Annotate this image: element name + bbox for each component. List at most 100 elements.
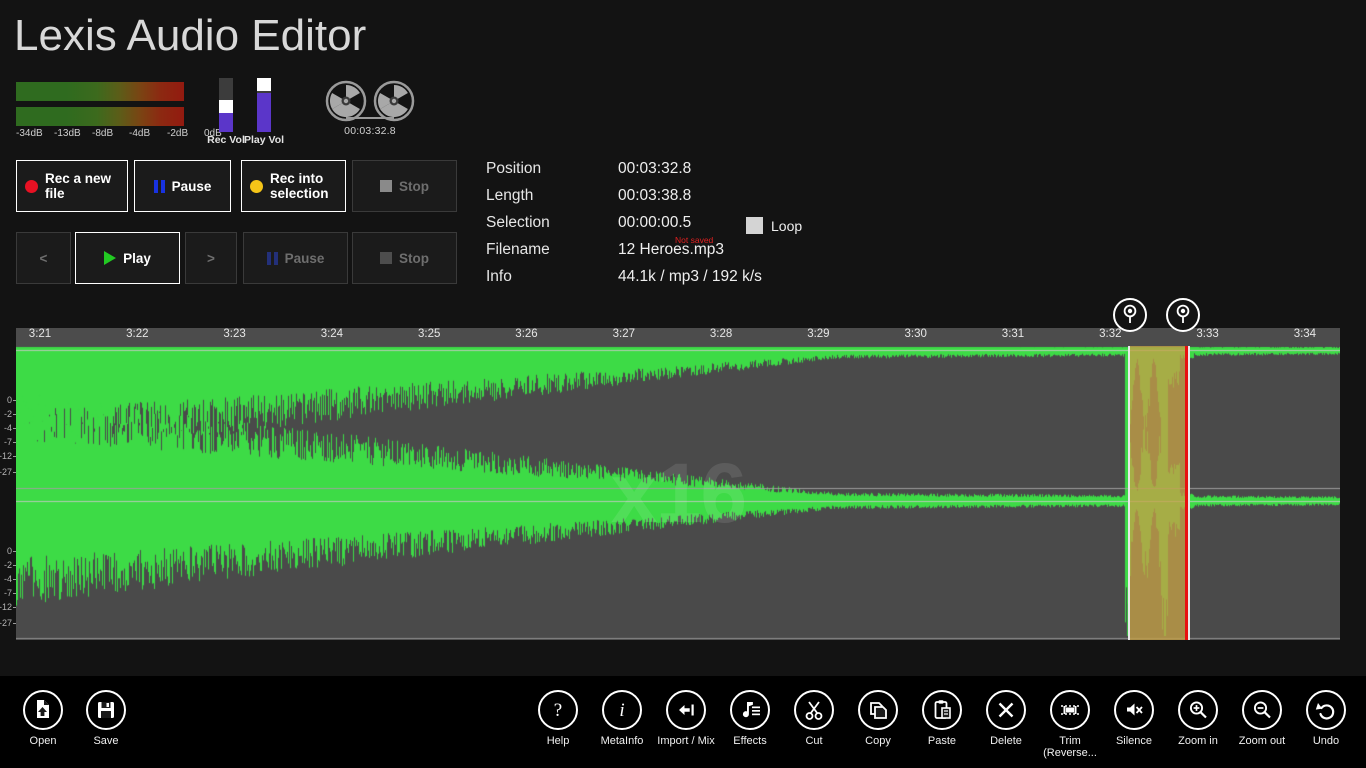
info-key: Position — [486, 160, 541, 178]
db-label: -2 — [4, 409, 12, 419]
ruler-label: 3:22 — [126, 328, 148, 340]
db-label: -27 — [0, 467, 12, 477]
pause-play-button[interactable]: Pause — [243, 232, 348, 284]
page-title: Lexis Audio Editor — [14, 8, 366, 64]
effects-button[interactable]: Effects — [713, 690, 787, 747]
loop-checkbox[interactable]: Loop — [746, 217, 802, 234]
info-value: 00:00:00.5 — [618, 214, 691, 232]
record-dot-icon — [250, 180, 263, 193]
paste-button-label: Paste — [928, 735, 956, 747]
info-key: Filename — [486, 241, 550, 259]
zoom-out-button-label: Zoom out — [1239, 735, 1285, 747]
zoom-out-button[interactable]: Zoom out — [1225, 690, 1299, 747]
help-button[interactable]: ? Help — [521, 690, 595, 747]
waveform-canvas[interactable]: x16 — [16, 346, 1340, 640]
x-cross-icon — [986, 690, 1026, 730]
time-ruler[interactable]: 3:213:223:233:243:253:263:273:283:293:30… — [16, 328, 1340, 346]
copy-button[interactable]: Copy — [841, 690, 915, 747]
ruler-label: 3:29 — [807, 328, 829, 340]
undo-button-label: Undo — [1313, 735, 1339, 747]
ruler-label: 3:28 — [710, 328, 732, 340]
open-button-label: Open — [30, 735, 57, 747]
play-button[interactable]: Play — [75, 232, 180, 284]
pause-record-button[interactable]: Pause — [134, 160, 231, 212]
rec-into-selection-button[interactable]: Rec into selection — [241, 160, 346, 212]
info-key: Selection — [486, 214, 550, 232]
rec-vol-thumb[interactable] — [219, 100, 233, 113]
meter-label-4: -2dB — [167, 128, 188, 139]
rec-vol-track[interactable] — [219, 78, 233, 132]
delete-button[interactable]: Delete — [969, 690, 1043, 747]
help-button-label: Help — [547, 735, 570, 747]
ruler-label: 3:33 — [1196, 328, 1218, 340]
meter-label-1: -13dB — [54, 128, 81, 139]
rec-vol-slider[interactable]: Rec Vol — [219, 78, 233, 132]
svg-text:?: ? — [554, 700, 562, 721]
waveform-editor[interactable]: 3:213:223:233:243:253:263:273:283:293:30… — [0, 296, 1366, 668]
play-vol-track[interactable] — [257, 78, 271, 132]
silence-button[interactable]: Silence — [1097, 690, 1171, 747]
prev-button[interactable]: < — [16, 232, 71, 284]
db-label: -2 — [4, 560, 12, 570]
metainfo-button-label: MetaInfo — [601, 735, 644, 747]
play-icon — [104, 251, 116, 265]
play-vol-fill — [257, 93, 271, 132]
level-meters — [16, 82, 184, 126]
save-button-label: Save — [93, 735, 118, 747]
question-mark-icon: ? — [538, 690, 578, 730]
info-key: Length — [486, 187, 533, 205]
selection-start-marker[interactable] — [1113, 298, 1147, 332]
undo-button[interactable]: Undo — [1289, 690, 1363, 747]
next-button[interactable]: > — [185, 232, 237, 284]
db-label: 0 — [7, 395, 12, 405]
play-vol-thumb[interactable] — [257, 78, 271, 91]
effects-button-label: Effects — [733, 735, 766, 747]
ruler-label: 3:24 — [321, 328, 343, 340]
silence-button-label: Silence — [1116, 735, 1152, 747]
info-value: 00:03:32.8 — [618, 160, 691, 178]
stop-play-button[interactable]: Stop — [352, 232, 457, 284]
playhead[interactable] — [1185, 346, 1188, 640]
copy-pages-icon — [858, 690, 898, 730]
stop-record-button[interactable]: Stop — [352, 160, 457, 212]
trim-icon — [1050, 690, 1090, 730]
magnifier-minus-icon — [1242, 690, 1282, 730]
import-mix-button[interactable]: Import / Mix — [649, 690, 723, 747]
selection-start-edge[interactable] — [1128, 346, 1130, 640]
selection-region[interactable] — [1128, 346, 1188, 640]
info-key: Info — [486, 268, 512, 286]
metainfo-button[interactable]: iMetaInfo — [585, 690, 659, 747]
zoom-in-button[interactable]: Zoom in — [1161, 690, 1235, 747]
meter-label-3: -4dB — [129, 128, 150, 139]
db-label: -4 — [4, 423, 12, 433]
trim-button-label: Trim (Reverse... — [1043, 735, 1097, 759]
prev-button-label: < — [40, 251, 48, 266]
loop-checkbox-label: Loop — [771, 218, 802, 234]
cut-button[interactable]: Cut — [777, 690, 851, 747]
stop-record-button-label: Stop — [399, 179, 429, 194]
selection-end-edge[interactable] — [1188, 346, 1190, 640]
tape-reels-icon — [324, 80, 416, 122]
paste-button[interactable]: Paste — [905, 690, 979, 747]
stop-icon — [380, 180, 392, 192]
stop-icon — [380, 252, 392, 264]
selection-end-marker[interactable] — [1166, 298, 1200, 332]
ruler-label: 3:25 — [418, 328, 440, 340]
ruler-label: 3:31 — [1002, 328, 1024, 340]
play-vol-slider[interactable]: Play Vol — [257, 78, 271, 132]
record-dot-icon — [25, 180, 38, 193]
rec-new-file-button[interactable]: Rec a new file — [16, 160, 128, 212]
delete-button-label: Delete — [990, 735, 1022, 747]
db-label: -12 — [0, 602, 12, 612]
meter-label-2: -8dB — [92, 128, 113, 139]
copy-button-label: Copy — [865, 735, 891, 747]
play-button-label: Play — [123, 251, 151, 266]
save-button[interactable]: Save — [69, 690, 143, 747]
trim-button[interactable]: Trim (Reverse... — [1033, 690, 1107, 759]
music-note-icon — [730, 690, 770, 730]
level-meter-right — [16, 107, 184, 126]
loop-checkbox-box[interactable] — [746, 217, 763, 234]
floppy-disk-icon — [86, 690, 126, 730]
ruler-label: 3:34 — [1294, 328, 1316, 340]
play-vol-label: Play Vol — [244, 134, 284, 146]
